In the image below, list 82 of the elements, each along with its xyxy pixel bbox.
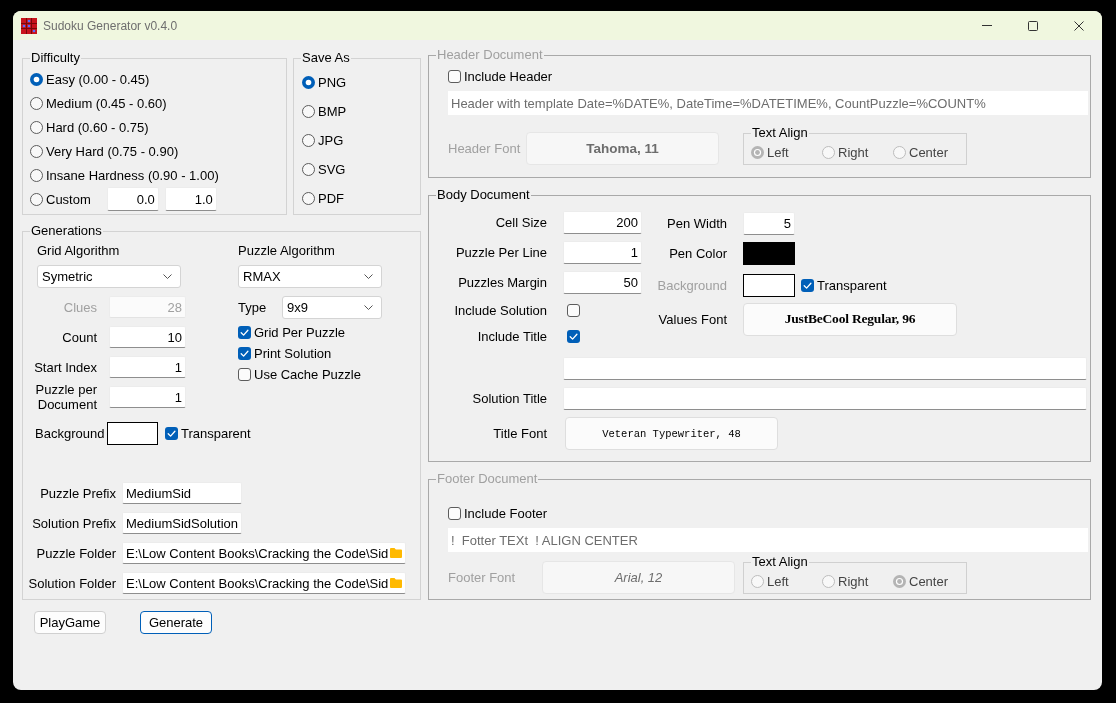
field-label: Puzzle Folder — [35, 545, 116, 561]
radio-option[interactable]: Easy (0.00 - 0.45) — [30, 67, 150, 91]
chevron-icon — [364, 304, 373, 310]
checkbox[interactable] — [567, 329, 580, 343]
field-label: Title Font — [492, 426, 547, 441]
number-field[interactable]: 50 — [563, 270, 642, 294]
text-field[interactable]: MediumSid — [122, 482, 242, 504]
checkbox[interactable] — [567, 303, 580, 317]
field-label: Puzzle Algorithm — [238, 243, 335, 259]
checkbox-option[interactable]: Grid Per Puzzle — [238, 322, 346, 343]
field-label: Solution Prefix — [31, 515, 116, 531]
radio-option[interactable]: PNG — [302, 68, 347, 97]
radio-option[interactable]: Hard (0.60 - 0.75) — [30, 115, 149, 139]
radio-option[interactable]: PDF — [302, 184, 344, 213]
number-field[interactable]: 10 — [109, 326, 186, 348]
field-label: Start Index — [33, 359, 97, 375]
window-title: Sudoku Generator v0.4.0 — [43, 18, 178, 33]
group-title: Text Align — [751, 555, 809, 569]
action-button[interactable]: PlayGame — [34, 611, 106, 634]
field-label: Solution Title — [471, 390, 547, 406]
field-label: Solution Folder — [27, 575, 116, 591]
radio-option[interactable]: Medium (0.45 - 0.60) — [30, 91, 167, 115]
color-swatch[interactable] — [107, 421, 158, 445]
text-field[interactable] — [563, 356, 1087, 380]
field-label: Include Title — [476, 328, 547, 344]
field-label: Puzzle Per Line — [454, 244, 547, 260]
field-label: Background — [35, 425, 106, 441]
field-label: Type — [238, 299, 268, 315]
dropdown[interactable]: 9x9 — [282, 295, 382, 319]
field-label: Include Solution — [453, 302, 547, 318]
radio-option[interactable]: Custom — [30, 187, 91, 211]
number-field[interactable]: 200 — [563, 210, 642, 234]
folder-path-field[interactable]: E:\Low Content Books\Cracking the Code\Sid — [122, 572, 406, 594]
number-field[interactable]: 1.0 — [164, 187, 217, 211]
number-field[interactable]: 1 — [109, 386, 186, 408]
sudoku-grid-icon — [21, 17, 37, 34]
close-icon — [1074, 20, 1084, 31]
number-field[interactable]: 5 — [743, 211, 795, 235]
group-title: Text Align — [751, 126, 809, 140]
minimize-icon — [982, 25, 992, 26]
checkbox-option[interactable]: Print Solution — [238, 343, 332, 364]
field-label: Puzzle Prefix — [39, 485, 116, 501]
action-button[interactable]: Generate — [140, 611, 212, 634]
text-field[interactable]: MediumSidSolution — [122, 512, 242, 534]
radio-option[interactable]: SVG — [302, 155, 346, 184]
field-label: Clues — [62, 299, 97, 315]
field-label: Footer Font — [448, 569, 517, 587]
field-label: Header Font — [448, 140, 522, 158]
checkbox-option[interactable]: Transparent — [165, 425, 251, 441]
field-label: Pen Width — [666, 215, 727, 231]
field-label: Puzzle per Document — [34, 382, 97, 412]
text-field[interactable] — [563, 386, 1087, 410]
radio-option[interactable]: Very Hard (0.75 - 0.90) — [30, 139, 179, 163]
font-button[interactable]: JustBeCool Regular, 96 — [743, 302, 957, 336]
number-field[interactable]: 0.0 — [106, 187, 159, 211]
dropdown[interactable]: RMAX — [238, 265, 382, 288]
group-title: Difficulty — [30, 51, 81, 65]
field-label: Pen Color — [668, 245, 727, 261]
field-label: Puzzles Margin — [457, 274, 547, 290]
radio-option[interactable]: Insane Hardness (0.90 - 1.00) — [30, 163, 219, 187]
folder-path-field[interactable]: E:\Low Content Books\Cracking the Code\Sid — [122, 542, 406, 564]
radio-option[interactable]: BMP — [302, 97, 347, 126]
group-title: Save As — [301, 51, 351, 65]
field-label: Background — [656, 277, 727, 293]
number-field[interactable]: 1 — [109, 356, 186, 378]
font-button[interactable]: Veteran Typewriter, 48 — [565, 417, 778, 450]
number-field[interactable]: 1 — [563, 240, 642, 264]
maximize-icon — [1028, 20, 1038, 31]
dropdown[interactable]: Symetric — [37, 265, 181, 288]
group-title: Body Document — [436, 188, 531, 202]
chevron-icon — [364, 274, 373, 279]
group-title: Header Document — [436, 48, 544, 62]
color-swatch[interactable] — [743, 241, 795, 265]
group-title: Generations — [30, 224, 103, 238]
chevron-icon — [163, 274, 172, 279]
field-label: Values Font — [657, 311, 727, 327]
radio-option[interactable]: JPG — [302, 126, 344, 155]
group-title: Footer Document — [436, 472, 539, 486]
field-label: Cell Size — [494, 214, 547, 230]
field-label: Count — [61, 329, 97, 345]
field-label: Grid Algorithm — [37, 243, 120, 259]
checkbox-option[interactable]: Use Cache Puzzle — [238, 364, 361, 385]
